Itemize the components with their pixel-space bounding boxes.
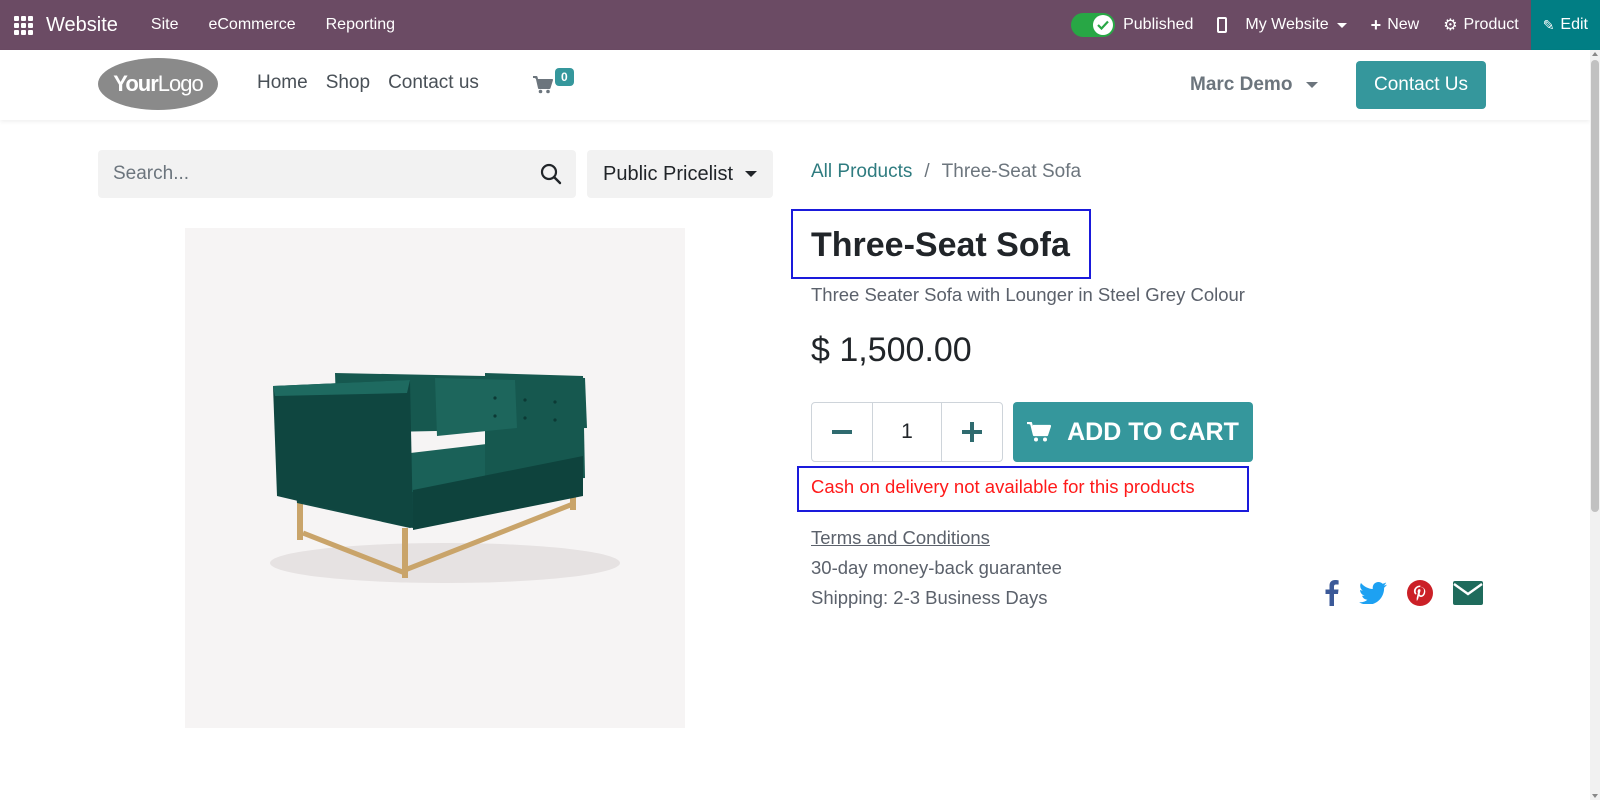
- product-search: [98, 150, 576, 198]
- product-label: Product: [1463, 16, 1519, 33]
- contact-us-button[interactable]: Contact Us: [1356, 61, 1486, 109]
- breadcrumb-current: Three-Seat Sofa: [941, 161, 1082, 182]
- product-price: $ 1,500.00: [811, 331, 972, 369]
- cart-icon: [1027, 422, 1052, 442]
- nav-contact-us[interactable]: Contact us: [388, 72, 479, 94]
- check-icon: [1093, 15, 1114, 35]
- cart-icon: [533, 76, 553, 94]
- gear-icon: ⚙: [1443, 17, 1458, 34]
- twitter-icon[interactable]: [1359, 582, 1387, 604]
- pinterest-icon[interactable]: [1407, 580, 1433, 606]
- search-input[interactable]: [98, 163, 518, 185]
- quantity-input[interactable]: 1: [872, 403, 942, 461]
- apps-menu-icon[interactable]: [0, 0, 46, 50]
- admin-navbar: Website Site eCommerce Reporting Publish…: [0, 0, 1600, 50]
- product-title: Three-Seat Sofa: [811, 226, 1070, 264]
- edit-label: Edit: [1560, 16, 1588, 33]
- breadcrumb-all-products[interactable]: All Products: [811, 161, 912, 183]
- chevron-down-icon: [1306, 82, 1319, 88]
- quantity-stepper: 1: [811, 402, 1003, 462]
- breadcrumb-separator: /: [924, 161, 930, 182]
- chevron-down-icon: [745, 171, 758, 177]
- menu-site[interactable]: Site: [136, 16, 194, 34]
- guarantee-text: 30-day money-back guarantee: [811, 557, 1062, 578]
- cart-link[interactable]: 0: [533, 68, 574, 94]
- new-label: New: [1387, 16, 1420, 33]
- logo-text-thin: Logo: [157, 71, 204, 96]
- pricelist-label: Public Pricelist: [603, 162, 734, 185]
- cod-notice: Cash on delivery not available for this …: [811, 476, 1195, 497]
- email-icon[interactable]: [1453, 581, 1483, 605]
- add-to-cart-button[interactable]: ADD TO CART: [1013, 402, 1253, 462]
- pricelist-dropdown[interactable]: Public Pricelist: [587, 150, 773, 198]
- menu-reporting[interactable]: Reporting: [311, 16, 410, 34]
- edit-button[interactable]: ✎ Edit: [1530, 0, 1600, 50]
- chevron-down-icon: [1336, 22, 1347, 28]
- green-sofa-image: [270, 373, 620, 583]
- user-menu[interactable]: Marc Demo: [1190, 74, 1319, 96]
- scroll-thumb[interactable]: [1591, 60, 1599, 512]
- product-description: Three Seater Sofa with Lounger in Steel …: [811, 284, 1245, 305]
- user-name: Marc Demo: [1190, 74, 1293, 95]
- add-to-cart-label: ADD TO CART: [1067, 417, 1239, 446]
- nav-shop[interactable]: Shop: [326, 72, 370, 94]
- website-switcher[interactable]: My Website: [1205, 0, 1358, 50]
- nav-home[interactable]: Home: [257, 72, 308, 94]
- scroll-down-arrow-icon[interactable]: [1592, 794, 1598, 798]
- search-icon[interactable]: [540, 163, 562, 185]
- site-logo[interactable]: Your Logo: [98, 58, 218, 110]
- website-header: Your Logo Home Shop Contact us 0 Marc Dem…: [0, 50, 1590, 120]
- pencil-icon: ✎: [1542, 16, 1555, 33]
- new-button[interactable]: + New: [1359, 0, 1432, 50]
- published-label[interactable]: Published: [1123, 0, 1205, 50]
- app-brand[interactable]: Website: [46, 14, 118, 37]
- terms-link[interactable]: Terms and Conditions: [811, 527, 990, 549]
- product-image[interactable]: [185, 228, 685, 728]
- cart-count-badge: 0: [555, 68, 574, 86]
- decrease-quantity-button[interactable]: [812, 403, 872, 461]
- mobile-preview-icon[interactable]: [1217, 17, 1228, 33]
- product-button[interactable]: ⚙ Product: [1431, 0, 1530, 50]
- menu-ecommerce[interactable]: eCommerce: [193, 16, 310, 34]
- facebook-icon[interactable]: [1325, 580, 1339, 606]
- scroll-up-arrow-icon[interactable]: [1592, 52, 1598, 56]
- main-nav: Home Shop Contact us: [257, 72, 497, 94]
- increase-quantity-button[interactable]: [942, 403, 1002, 461]
- published-toggle[interactable]: [1071, 13, 1116, 37]
- logo-text-bold: Your: [113, 71, 158, 96]
- plus-icon: [962, 422, 982, 442]
- share-links: [1325, 580, 1503, 606]
- shipping-text: Shipping: 2-3 Business Days: [811, 587, 1048, 608]
- page-scrollbar[interactable]: [1590, 50, 1600, 800]
- website-label: My Website: [1245, 16, 1329, 33]
- plus-icon: +: [1370, 15, 1382, 35]
- minus-icon: [832, 430, 852, 434]
- breadcrumb: All Products / Three-Seat Sofa: [811, 161, 1081, 183]
